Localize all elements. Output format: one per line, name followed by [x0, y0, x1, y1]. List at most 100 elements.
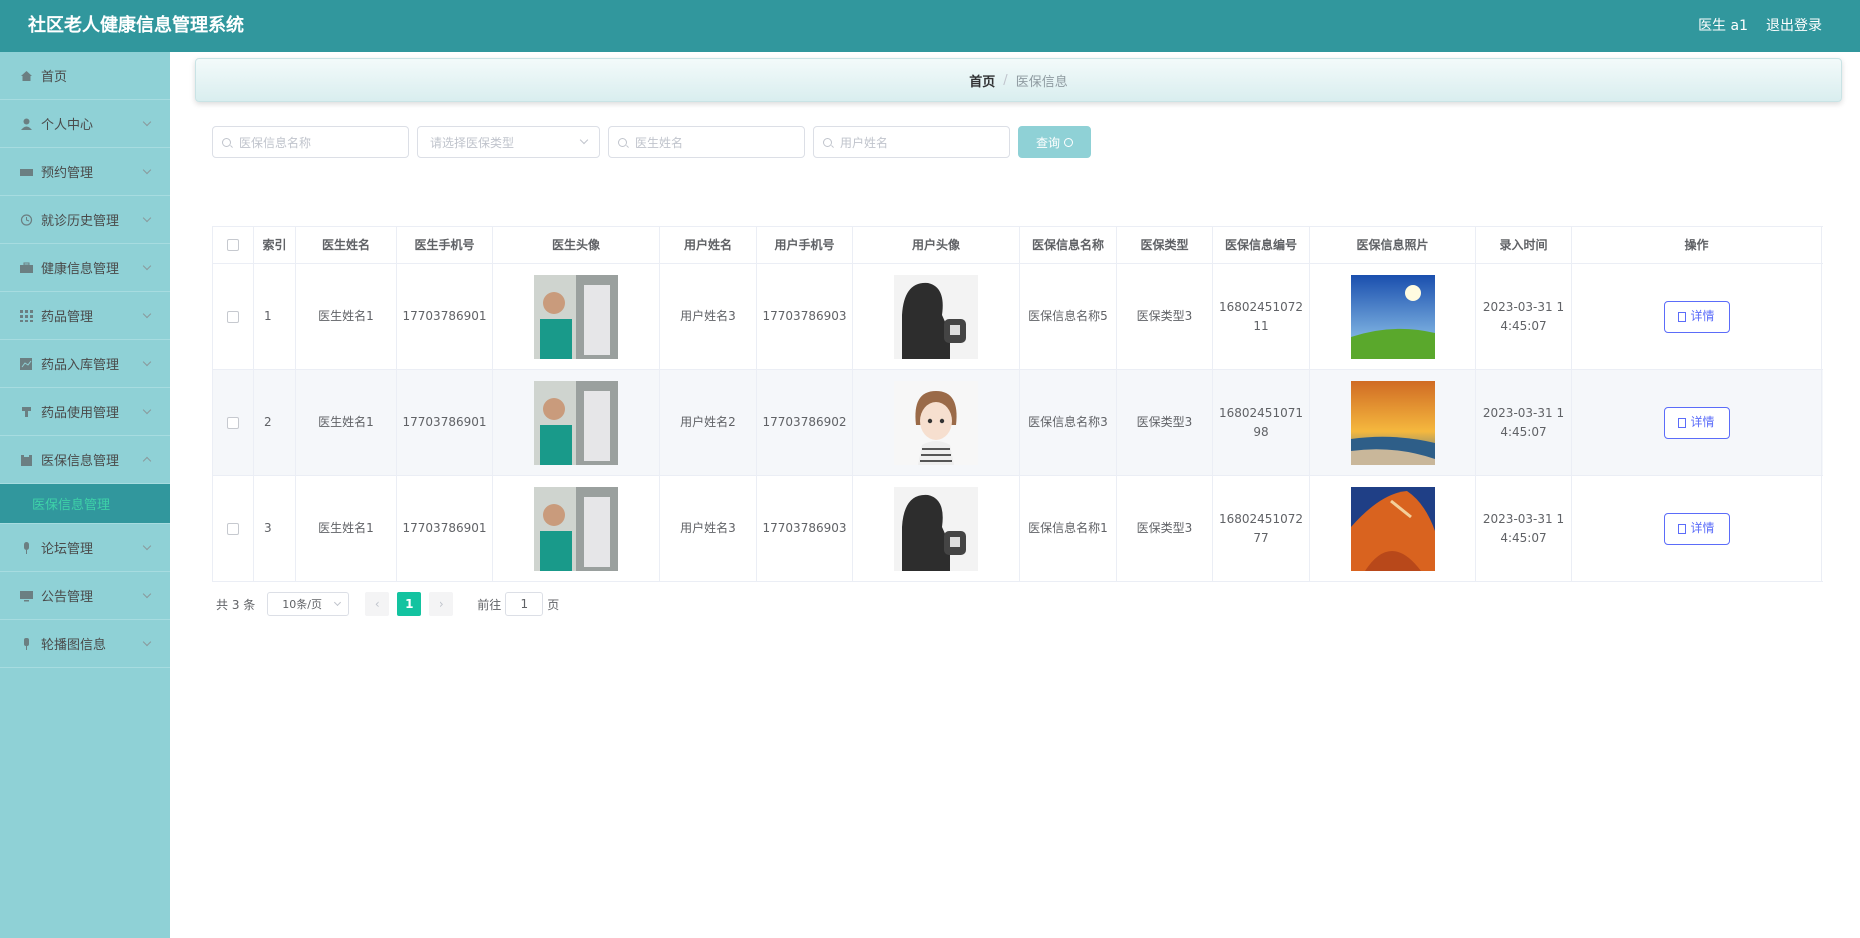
column-header: 用户姓名 — [660, 227, 757, 263]
select-all-checkbox[interactable] — [227, 239, 239, 251]
detail-button[interactable]: 详情 — [1663, 300, 1730, 333]
row-select-cell — [213, 476, 254, 581]
detail-button[interactable]: 详情 — [1663, 512, 1730, 545]
insurance-type-select[interactable]: 请选择医保类型 — [417, 126, 600, 158]
user-avatar-image — [894, 380, 978, 465]
breadcrumb-current: 医保信息 — [1015, 74, 1068, 90]
sidebar-item-carousel[interactable]: 轮播图信息 — [0, 620, 170, 668]
pin-icon — [24, 637, 29, 650]
sidebar-item-medicine-stock[interactable]: 药品入库管理 — [0, 340, 170, 388]
clock-icon — [20, 213, 33, 226]
insurance-code-cell: 16802451072 11 — [1213, 264, 1310, 369]
submenu-item-insurance[interactable]: 医保信息管理 — [0, 484, 170, 524]
insurance-photo-image — [1350, 274, 1435, 359]
row-checkbox[interactable] — [227, 310, 239, 323]
sidebar-item-label: 个人中心 — [41, 118, 94, 133]
sidebar-item-medicine-usage[interactable]: 药品使用管理 — [0, 388, 170, 436]
insurance-type-placeholder: 请选择医保类型 — [430, 135, 515, 150]
column-header: 医生手机号 — [397, 227, 493, 263]
insurance-photo-cell — [1310, 264, 1476, 369]
insurance-type-cell: 医保类型3 — [1117, 264, 1213, 369]
chevron-right-icon: › — [438, 597, 444, 611]
index-cell: 3 — [254, 476, 296, 581]
user-avatar-cell — [853, 476, 1020, 581]
doctor-avatar-image — [534, 380, 618, 465]
sidebar-item-health-info[interactable]: 健康信息管理 — [0, 244, 170, 292]
search-icon — [618, 138, 627, 147]
top-header: 社区老人健康信息管理系统 医生 a1 退出登录 — [0, 0, 1860, 52]
detail-button-label: 详情 — [1690, 415, 1715, 429]
insurance-name-cell: 医保信息名称1 — [1020, 476, 1117, 581]
goto-page-input[interactable]: 1 — [505, 592, 544, 616]
column-header: 医生头像 — [493, 227, 660, 263]
sidebar-item-profile[interactable]: 个人中心 — [0, 100, 170, 148]
index-cell: 1 — [254, 264, 296, 369]
pagination-total: 共 3 条 — [216, 597, 256, 612]
query-button[interactable]: 查询 — [1018, 126, 1091, 158]
insurance-table: 索引 医生姓名 医生手机号 医生头像 用户姓名 用户手机号 用户头像 医保信息名… — [212, 226, 1823, 582]
sidebar-item-label: 药品入库管理 — [41, 358, 120, 373]
user-avatar-cell — [853, 370, 1020, 475]
sidebar-item-home[interactable]: 首页 — [0, 52, 170, 100]
monitor-icon — [20, 590, 33, 601]
document-icon — [1678, 417, 1687, 428]
user-avatar-image — [894, 486, 978, 571]
insurance-code-cell: 16802451071 98 — [1213, 370, 1310, 475]
page-size-select[interactable]: 10条/页 — [267, 592, 350, 616]
column-header: 录入时间 — [1476, 227, 1572, 263]
page-number-current[interactable]: 1 — [397, 592, 422, 616]
action-cell: 详情 — [1572, 476, 1822, 581]
sidebar-item-label: 论坛管理 — [41, 542, 94, 557]
app-title: 社区老人健康信息管理系统 — [28, 15, 244, 36]
sidebar-item-label: 药品使用管理 — [41, 406, 120, 421]
doctor-avatar-image — [534, 486, 618, 571]
breadcrumb-separator: / — [1003, 72, 1008, 88]
row-select-cell — [213, 264, 254, 369]
user-name-input[interactable]: 用户姓名 — [813, 126, 1010, 158]
column-header: 医保类型 — [1117, 227, 1213, 263]
goto-prefix: 前往 — [477, 597, 502, 612]
index-cell: 2 — [254, 370, 296, 475]
breadcrumb-home[interactable]: 首页 — [969, 71, 995, 90]
sidebar-item-label: 健康信息管理 — [41, 262, 120, 277]
table-row: 2 医生姓名1 17703786901 用户姓名2 17703786902 医保… — [213, 370, 1823, 476]
next-page-button[interactable]: › — [429, 592, 454, 616]
sidebar-item-medicine[interactable]: 药品管理 — [0, 292, 170, 340]
user-phone-cell: 17703786902 — [757, 370, 853, 475]
sidebar-item-visit-history[interactable]: 就诊历史管理 — [0, 196, 170, 244]
insurance-name-input[interactable]: 医保信息名称 — [212, 126, 409, 158]
doctor-phone-cell: 17703786901 — [397, 264, 493, 369]
detail-button[interactable]: 详情 — [1663, 406, 1730, 439]
sidebar-item-insurance[interactable]: 医保信息管理 — [0, 436, 170, 484]
prev-page-button[interactable]: ‹ — [365, 592, 390, 616]
doctor-name-cell: 医生姓名1 — [296, 370, 397, 475]
sidebar-item-appointments[interactable]: 预约管理 — [0, 148, 170, 196]
user-phone-cell: 17703786903 — [757, 476, 853, 581]
chevron-down-icon — [334, 598, 342, 607]
document-icon — [1678, 311, 1687, 322]
doctor-name-cell: 医生姓名1 — [296, 264, 397, 369]
grid-icon — [20, 309, 33, 322]
column-header: 用户手机号 — [757, 227, 853, 263]
search-icon — [823, 138, 832, 147]
row-select-cell — [213, 370, 254, 475]
row-checkbox[interactable] — [227, 416, 239, 429]
column-header: 医保信息编号 — [1213, 227, 1310, 263]
cup-icon — [22, 406, 31, 417]
logout-link[interactable]: 退出登录 — [1766, 0, 1822, 52]
breadcrumb: 首页 / 医保信息 — [195, 58, 1842, 102]
user-name-cell: 用户姓名3 — [660, 264, 757, 369]
row-checkbox[interactable] — [227, 522, 239, 535]
sidebar-item-label: 公告管理 — [41, 590, 94, 605]
sidebar-item-label: 药品管理 — [41, 310, 94, 325]
search-icon — [1064, 137, 1073, 147]
user-avatar-image — [894, 274, 978, 359]
sidebar-item-label: 预约管理 — [41, 166, 94, 181]
clipboard-icon — [21, 453, 32, 466]
sidebar-item-announcements[interactable]: 公告管理 — [0, 572, 170, 620]
doctor-name-input[interactable]: 医生姓名 — [608, 126, 805, 158]
sidebar-item-forum[interactable]: 论坛管理 — [0, 524, 170, 572]
insurance-type-cell: 医保类型3 — [1117, 476, 1213, 581]
chart-icon — [20, 357, 32, 370]
chevron-left-icon: ‹ — [374, 597, 380, 611]
